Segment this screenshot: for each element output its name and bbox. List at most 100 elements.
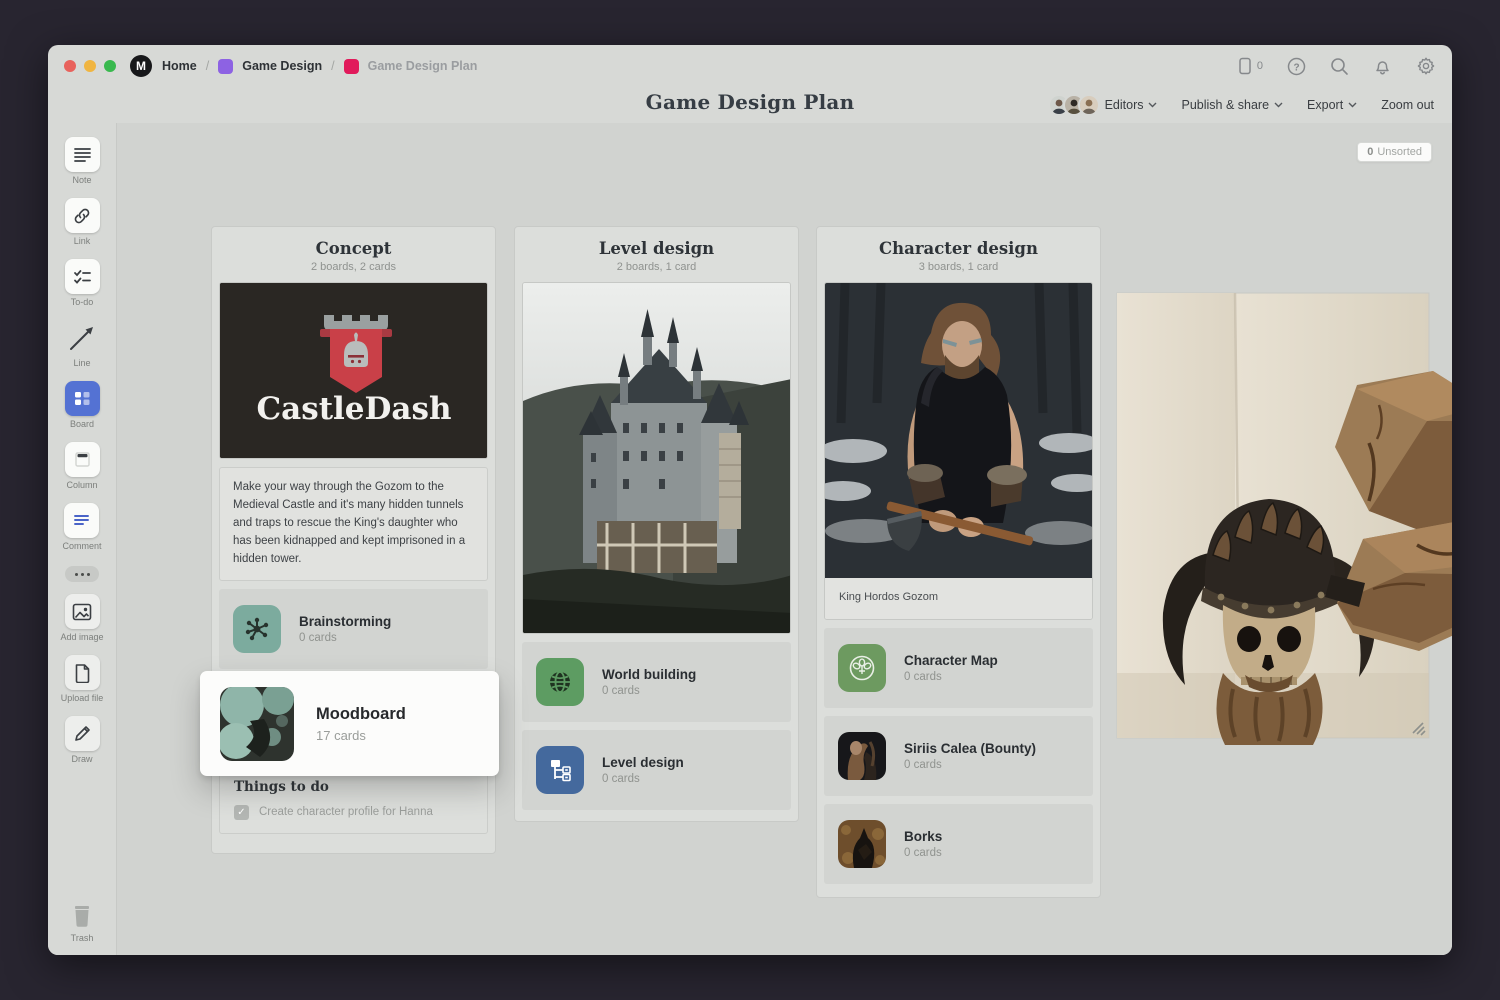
sitemap-icon <box>547 757 573 783</box>
app-logo-icon[interactable]: M <box>130 55 152 77</box>
borks-thumbnail <box>838 820 886 868</box>
mindmap-icon <box>244 616 270 642</box>
breadcrumb: Home / Game Design / Game Design Plan <box>162 59 477 74</box>
tool-add-image[interactable]: Add image <box>60 594 103 642</box>
publish-share-menu[interactable]: Publish & share <box>1181 98 1283 112</box>
moodboard-thumbnail <box>220 687 294 761</box>
arrow-line-icon <box>67 323 97 353</box>
tool-comment[interactable]: Comment <box>62 503 101 551</box>
tool-todo[interactable]: To-do <box>65 259 100 307</box>
image-icon <box>72 603 92 621</box>
settings-button[interactable] <box>1416 56 1436 76</box>
tool-column[interactable]: Column <box>65 442 100 490</box>
mobile-device-button[interactable]: 0 <box>1237 57 1263 75</box>
zoom-out-button[interactable]: Zoom out <box>1381 98 1434 112</box>
column-title: Concept <box>219 239 488 258</box>
todo-card[interactable]: Things to do ✓ Create character profile … <box>219 767 488 834</box>
unsorted-label: Unsorted <box>1377 146 1422 158</box>
pencil-icon <box>72 724 92 744</box>
castledash-logo-card[interactable]: CastleDash <box>219 282 488 459</box>
board-name: Siriis Calea (Bounty) <box>904 741 1036 756</box>
chevron-down-icon <box>1348 102 1357 108</box>
board-item-brainstorming[interactable]: Brainstorming 0 cards <box>219 589 488 669</box>
board-header: Game Design Plan Editors Publish & share… <box>48 87 1452 123</box>
column-icon <box>73 450 92 469</box>
column-character-design[interactable]: Character design 3 boards, 1 card <box>816 226 1101 898</box>
column-subtitle: 2 boards, 1 card <box>522 261 791 273</box>
board-item-siriis-calea[interactable]: Siriis Calea (Bounty) 0 cards <box>824 716 1093 796</box>
close-window-button[interactable] <box>64 60 76 72</box>
skull-photo <box>1117 293 1452 753</box>
comment-icon <box>72 511 91 530</box>
king-photo-card[interactable]: King Hordos Gozom <box>824 282 1093 620</box>
trash-dropzone[interactable]: Trash <box>67 900 97 943</box>
globe-icon <box>546 668 574 696</box>
tool-note[interactable]: Note <box>65 137 100 185</box>
tool-draw[interactable]: Draw <box>65 716 100 764</box>
help-button[interactable]: ? <box>1287 57 1306 76</box>
tool-board[interactable]: Board <box>65 381 100 429</box>
board-item-borks[interactable]: Borks 0 cards <box>824 804 1093 884</box>
column-title: Character design <box>824 239 1093 258</box>
column-level-design[interactable]: Level design 2 boards, 1 card <box>514 226 799 822</box>
breadcrumb-separator: / <box>206 59 209 73</box>
trash-icon <box>67 900 97 930</box>
note-icon <box>73 145 92 164</box>
tool-label: Draw <box>71 754 92 764</box>
skull-image-card[interactable] <box>1117 293 1452 753</box>
unsorted-badge[interactable]: 0 Unsorted <box>1357 142 1432 162</box>
board-canvas[interactable]: 0 Unsorted Concept 2 boards, 2 cards <box>117 123 1452 955</box>
tool-upload-file[interactable]: Upload file <box>61 655 104 703</box>
bell-icon <box>1373 57 1392 76</box>
board-item-moodboard-hover[interactable]: Moodboard 17 cards <box>200 671 499 776</box>
file-icon <box>74 663 91 683</box>
board-count: 0 cards <box>602 685 696 697</box>
export-menu[interactable]: Export <box>1307 98 1357 112</box>
board-item-world-building[interactable]: World building 0 cards <box>522 642 791 722</box>
siriis-calea-thumbnail <box>838 732 886 780</box>
board-count: 0 cards <box>904 847 942 859</box>
board-color-swatch-pink <box>344 59 359 74</box>
board-item-level-design[interactable]: Level design 0 cards <box>522 730 791 810</box>
board-count: 0 cards <box>904 759 1036 771</box>
tool-label: Line <box>73 358 90 368</box>
todo-checkbox-checked[interactable]: ✓ <box>234 805 249 820</box>
chevron-down-icon <box>1274 102 1283 108</box>
gear-icon <box>1416 56 1436 76</box>
maximize-window-button[interactable] <box>104 60 116 72</box>
tool-label: Board <box>70 419 94 429</box>
search-button[interactable] <box>1330 57 1349 76</box>
board-color-swatch-purple <box>218 59 233 74</box>
concept-note-card[interactable]: Make your way through the Gozom to the M… <box>219 467 488 581</box>
svg-text:?: ? <box>1293 62 1299 73</box>
tool-label: Add image <box>60 632 103 642</box>
tool-line[interactable]: Line <box>65 320 100 368</box>
board-name: Moodboard <box>316 705 406 724</box>
todo-item-text: Create character profile for Hanna <box>259 806 433 818</box>
publish-share-label: Publish & share <box>1181 98 1269 112</box>
window-controls <box>64 60 116 72</box>
editors-menu[interactable]: Editors <box>1048 94 1158 116</box>
tool-link[interactable]: Link <box>65 198 100 246</box>
board-name: Level design <box>602 755 684 770</box>
breadcrumb-home[interactable]: Home <box>162 59 197 73</box>
breadcrumb-parent-board[interactable]: Game Design <box>242 59 322 73</box>
photo-caption: King Hordos Gozom <box>825 578 1092 619</box>
minimize-window-button[interactable] <box>84 60 96 72</box>
castledash-logo-image: CastleDash <box>220 283 488 459</box>
link-icon <box>73 207 91 225</box>
svg-text:CastleDash: CastleDash <box>257 391 452 427</box>
more-tools-button[interactable] <box>65 566 99 582</box>
titlebar: M Home / Game Design / Game Design Plan … <box>48 45 1452 87</box>
castle-photo-card[interactable] <box>522 282 791 634</box>
tool-label: Link <box>74 236 91 246</box>
board-count: 17 cards <box>316 728 406 743</box>
board-item-character-map[interactable]: Character Map 0 cards <box>824 628 1093 708</box>
notifications-button[interactable] <box>1373 57 1392 76</box>
board-count: 0 cards <box>299 632 391 644</box>
board-name: World building <box>602 667 696 682</box>
tool-label: Note <box>72 175 91 185</box>
tool-label: To-do <box>71 297 94 307</box>
breadcrumb-current-board: Game Design Plan <box>368 59 478 73</box>
castle-photo <box>523 283 791 634</box>
